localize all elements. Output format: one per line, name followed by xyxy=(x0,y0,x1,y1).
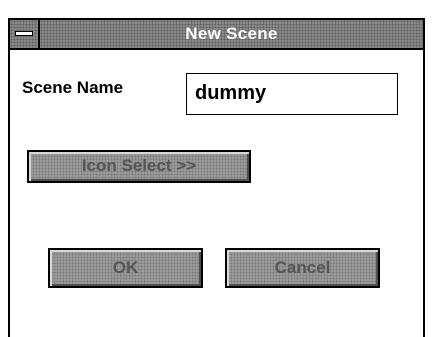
icon-select-button[interactable]: Icon Select >> xyxy=(27,150,251,183)
scene-name-label: Scene Name xyxy=(22,78,124,97)
dialog-title: New Scene xyxy=(185,24,278,43)
scene-name-input[interactable]: dummy xyxy=(186,73,398,115)
system-menu-icon[interactable] xyxy=(10,20,40,48)
title-bar[interactable]: New Scene xyxy=(10,20,423,50)
system-menu-bar-icon xyxy=(15,31,33,36)
new-scene-dialog: New Scene Scene Name dummy Icon Select >… xyxy=(8,18,425,337)
ok-button[interactable]: OK xyxy=(48,248,203,288)
cancel-button[interactable]: Cancel xyxy=(225,248,380,288)
